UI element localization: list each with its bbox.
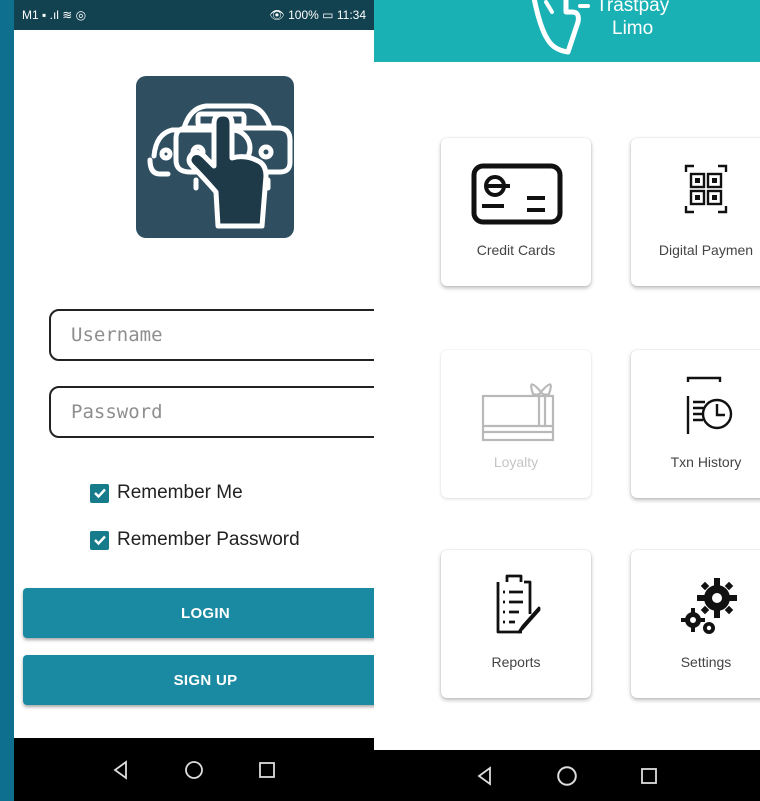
recents-icon[interactable] [639, 766, 659, 786]
tile-label: Reports [491, 654, 541, 670]
home-icon[interactable] [184, 760, 204, 780]
eye-icon: 👁 [269, 8, 285, 22]
settings-tile[interactable]: Settings [631, 550, 760, 698]
carrier-indicator: M1 ▪ .ıl ≋ ◎ [22, 8, 87, 22]
remember-password-label: Remember Password [117, 529, 300, 550]
app-title-line2: Limo [612, 18, 654, 39]
username-input[interactable] [49, 309, 374, 361]
system-nav-bar [374, 750, 760, 801]
signup-button[interactable]: SIGN UP [23, 655, 374, 705]
app-header: Trastpay Limo [374, 0, 760, 62]
menu-screen: Trastpay Limo Credit Cards Digital Payme… [374, 0, 760, 801]
tile-label: Digital Paymen [658, 242, 754, 258]
home-icon[interactable] [556, 765, 578, 787]
credit-card-icon [471, 163, 563, 225]
history-icon [686, 376, 733, 434]
report-icon [496, 574, 541, 634]
checkbox-checked-icon[interactable] [90, 483, 109, 503]
remember-me-label: Remember Me [117, 482, 243, 503]
status-bar: M1 ▪ .ıl ≋ ◎ 👁 100% ▭ 11:34 [14, 0, 374, 30]
qr-code-icon [684, 164, 728, 214]
app-title: Trastpay Limo [596, 0, 669, 40]
login-screen: M1 ▪ .ıl ≋ ◎ 👁 100% ▭ 11:34 Username Pas… [14, 0, 374, 801]
battery-percent: 100% [288, 8, 319, 22]
login-button[interactable]: LOGIN [23, 588, 374, 638]
app-logo [136, 76, 294, 238]
password-input[interactable] [49, 386, 374, 438]
status-right: 👁 100% ▭ 11:34 [270, 8, 366, 22]
gift-card-icon [481, 383, 555, 442]
tile-label: Settings [680, 654, 732, 670]
digital-payments-tile[interactable]: Digital Paymen [631, 138, 760, 286]
remember-password-checkbox[interactable]: Remember Password [90, 529, 300, 551]
taxi-hand-logo-icon [147, 103, 293, 229]
txn-history-tile[interactable]: Txn History [631, 350, 760, 498]
tile-label: Txn History [670, 454, 742, 470]
loyalty-tile[interactable]: Loyalty [441, 350, 591, 498]
recents-icon[interactable] [257, 760, 277, 780]
back-icon[interactable] [475, 765, 495, 786]
clock: 11:34 [336, 8, 366, 22]
tile-label: Loyalty [493, 454, 539, 470]
remember-me-checkbox[interactable]: Remember Me [90, 482, 243, 504]
app-title-line1: Trastpay [596, 0, 670, 16]
system-nav-bar [14, 738, 374, 801]
hand-logo-icon [531, 0, 590, 55]
reports-tile[interactable]: Reports [441, 550, 591, 698]
battery-icon: ▭ [322, 8, 334, 22]
checkbox-checked-icon[interactable] [90, 530, 109, 550]
gears-icon [681, 578, 737, 634]
signal-icon: ▪ .ıl ≋ ◎ [42, 8, 87, 22]
credit-cards-tile[interactable]: Credit Cards [441, 138, 591, 286]
back-icon[interactable] [111, 759, 131, 780]
tile-label: Credit Cards [476, 242, 556, 258]
